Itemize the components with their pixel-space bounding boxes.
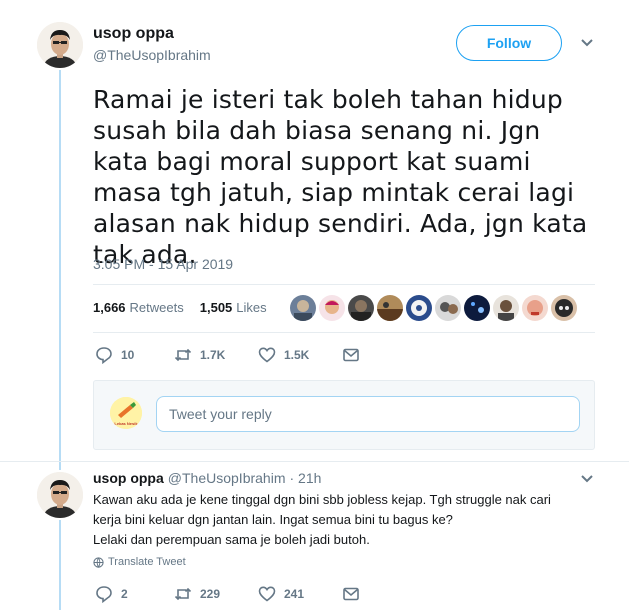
retweet-action[interactable]: 229 — [174, 585, 258, 603]
divider — [93, 332, 595, 333]
retweet-icon — [174, 587, 192, 601]
liker-avatar[interactable] — [348, 295, 374, 321]
likes-count[interactable]: 1,505 — [200, 300, 233, 315]
reply-composer: Lekas Nesik Tweet your reply — [93, 380, 595, 450]
reply-icon — [96, 586, 112, 603]
reply-input[interactable]: Tweet your reply — [156, 396, 580, 432]
reply-text-line: Lelaki dan perempuan sama je boleh jadi … — [93, 532, 370, 547]
heart-icon — [258, 347, 276, 363]
reply-icon — [96, 347, 112, 364]
retweet-icon — [174, 348, 192, 362]
liker-avatar[interactable] — [406, 295, 432, 321]
divider — [0, 461, 629, 462]
globe-icon — [93, 556, 104, 568]
translate-tweet-link[interactable]: Translate Tweet — [93, 556, 186, 568]
retweets-count[interactable]: 1,666 — [93, 300, 126, 315]
reply-action[interactable]: 10 — [95, 346, 174, 364]
like-action[interactable]: 241 — [258, 585, 342, 603]
divider — [93, 284, 595, 285]
tweet-timestamp[interactable]: 3:05 PM - 15 Apr 2019 — [93, 256, 233, 272]
direct-message-action[interactable] — [342, 585, 360, 603]
reply-action[interactable]: 2 — [95, 585, 174, 603]
retweets-label[interactable]: Retweets — [130, 300, 184, 315]
follow-button[interactable]: Follow — [456, 25, 562, 61]
liker-avatar[interactable] — [493, 295, 519, 321]
reply-header: usop oppa @TheUsopIbrahim · 21h — [93, 470, 321, 486]
current-user-avatar[interactable]: Lekas Nesik — [110, 397, 142, 429]
liker-avatar[interactable] — [464, 295, 490, 321]
liker-avatar[interactable] — [551, 295, 577, 321]
retweet-count: 229 — [200, 587, 221, 601]
reply-author-handle[interactable]: @TheUsopIbrahim — [168, 470, 286, 486]
envelope-icon — [343, 587, 359, 601]
tweet-stats: 1,666 Retweets 1,505 Likes — [93, 300, 267, 315]
reply-count: 2 — [121, 587, 128, 601]
reply-time[interactable]: · 21h — [289, 470, 321, 486]
heart-icon — [258, 586, 276, 602]
author-name[interactable]: usop oppa — [93, 25, 174, 43]
reply-text: Kawan aku ada je kene tinggal dgn bini s… — [93, 490, 593, 550]
direct-message-action[interactable] — [342, 346, 360, 364]
chevron-down-icon[interactable] — [580, 474, 594, 484]
reply-author-name[interactable]: usop oppa — [93, 470, 164, 486]
like-action[interactable]: 1.5K — [258, 346, 342, 364]
reply-text-line: Kawan aku ada je kene tinggal dgn bini s… — [93, 492, 551, 507]
liker-avatar[interactable] — [290, 295, 316, 321]
envelope-icon — [343, 348, 359, 362]
reply-actions: 2 229 241 — [95, 585, 360, 603]
liker-avatar[interactable] — [435, 295, 461, 321]
reply-text-line: kerja bini keluar dgn jantan lain. Ingat… — [93, 512, 453, 527]
likes-label[interactable]: Likes — [236, 300, 266, 315]
avatar[interactable] — [37, 22, 83, 68]
retweet-action[interactable]: 1.7K — [174, 346, 258, 364]
liker-avatar[interactable] — [522, 295, 548, 321]
tweet-text: Ramai je isteri tak boleh tahan hidup su… — [93, 85, 588, 269]
thread-line — [59, 70, 61, 470]
translate-label: Translate Tweet — [108, 556, 186, 568]
current-user-avatar-text: Lekas Nesik — [114, 421, 138, 426]
like-count: 1.5K — [284, 348, 310, 362]
retweet-count: 1.7K — [200, 348, 226, 362]
liker-avatar[interactable] — [377, 295, 403, 321]
liker-avatar[interactable] — [319, 295, 345, 321]
thread-line — [59, 520, 61, 610]
reply-author-avatar[interactable] — [37, 472, 83, 518]
chevron-down-icon[interactable] — [580, 38, 594, 48]
likers-avatars — [290, 295, 577, 321]
tweet-actions: 10 1.7K 1.5K — [95, 346, 360, 364]
like-count: 241 — [284, 587, 305, 601]
author-handle[interactable]: @TheUsopIbrahim — [93, 47, 211, 63]
reply-count: 10 — [121, 348, 135, 362]
